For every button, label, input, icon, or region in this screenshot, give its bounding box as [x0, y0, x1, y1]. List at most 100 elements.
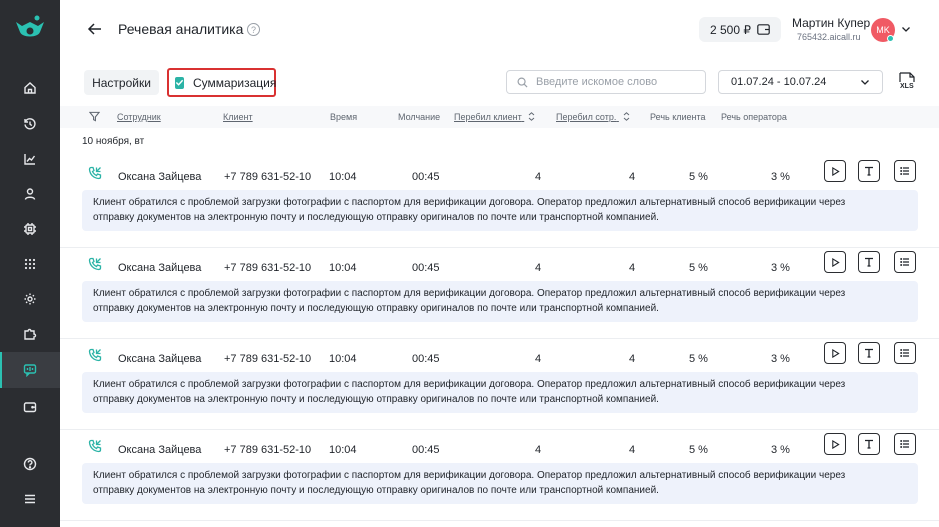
nav-help[interactable]	[0, 446, 60, 482]
table-row[interactable]: Оксана Зайцева +7 789 631-52-10 10:04 00…	[60, 339, 939, 430]
client-phone: +7 789 631-52-10	[224, 444, 312, 456]
column-operator-speech: Речь оператора	[721, 112, 787, 122]
balance-value: 2 500 ₽	[710, 22, 751, 37]
client-phone: +7 789 631-52-10	[224, 262, 312, 274]
user-domain: 765432.aicall.ru	[797, 32, 861, 42]
help-circle-icon[interactable]: ?	[247, 23, 260, 36]
nav-users[interactable]	[0, 176, 60, 212]
table-row[interactable]: Оксана Зайцева +7 789 631-52-10 10:04 00…	[60, 157, 939, 248]
text-icon	[865, 348, 873, 358]
column-client[interactable]: Клиент	[223, 112, 253, 122]
summarization-toggle[interactable]: Суммаризация	[167, 68, 276, 97]
operator-interrupt-count: 4	[629, 353, 636, 365]
nav-speech-analytics[interactable]	[0, 352, 60, 388]
text-icon	[865, 166, 873, 176]
incoming-call-icon	[88, 348, 102, 362]
employee-name: Оксана Зайцева	[118, 262, 202, 274]
nav-history[interactable]	[0, 106, 60, 142]
play-button[interactable]	[824, 433, 846, 455]
check-icon	[175, 79, 184, 86]
client-speech-percent: 5 %	[689, 262, 708, 274]
logo[interactable]	[12, 12, 48, 48]
transcript-button[interactable]	[858, 251, 880, 273]
call-time: 10:04	[329, 444, 357, 456]
table-row[interactable]: Оксана Зайцева +7 789 631-52-10 10:04 00…	[60, 430, 939, 521]
menu-icon	[25, 494, 35, 504]
play-icon	[831, 257, 840, 267]
puzzle-icon	[24, 328, 37, 340]
search-input[interactable]	[536, 76, 696, 88]
balance-badge[interactable]: 2 500 ₽	[699, 17, 781, 42]
transcript-button[interactable]	[858, 342, 880, 364]
summary-list-button[interactable]	[894, 251, 916, 273]
summary-line: Клиент обратился с проблемой загрузки фо…	[93, 379, 846, 390]
nav-menu[interactable]	[0, 481, 60, 517]
filter-icon[interactable]	[89, 111, 100, 122]
call-time: 10:04	[329, 171, 357, 183]
transcript-button[interactable]	[858, 160, 880, 182]
operator-speech-percent: 3 %	[771, 444, 790, 456]
summary-list-button[interactable]	[894, 433, 916, 455]
play-icon	[831, 166, 840, 176]
back-button[interactable]	[84, 18, 106, 40]
incoming-call-icon	[88, 257, 102, 271]
nav-integrations[interactable]	[0, 211, 60, 247]
user-name: Мартин Купер	[792, 16, 871, 30]
chevron-down-icon	[861, 80, 869, 85]
table-header: Сотрудник Клиент Время Молчание Перебил …	[60, 106, 939, 128]
silence-duration: 00:45	[412, 444, 440, 456]
column-operator-interrupt-label: Перебил сотр.	[556, 112, 617, 122]
employee-name: Оксана Зайцева	[118, 444, 202, 456]
column-client-interrupt-label: Перебил клиент	[454, 112, 522, 122]
play-button[interactable]	[824, 251, 846, 273]
play-button[interactable]	[824, 160, 846, 182]
incoming-call-icon	[88, 166, 102, 180]
silence-duration: 00:45	[412, 262, 440, 274]
nav-home[interactable]	[0, 70, 60, 106]
client-phone: +7 789 631-52-10	[224, 171, 312, 183]
operator-speech-percent: 3 %	[771, 262, 790, 274]
arrow-left-icon	[87, 23, 101, 35]
chip-icon	[24, 223, 36, 235]
client-speech-percent: 5 %	[689, 353, 708, 365]
call-summary: Клиент обратился с проблемой загрузки фо…	[82, 463, 918, 504]
search-box[interactable]	[506, 70, 706, 94]
date-range-value: 01.07.24 - 10.07.24	[731, 76, 827, 88]
summary-line: Клиент обратился с проблемой загрузки фо…	[93, 288, 846, 299]
text-icon	[865, 439, 873, 449]
operator-interrupt-count: 4	[629, 171, 636, 183]
nav-plugins[interactable]	[0, 316, 60, 352]
date-range-select[interactable]: 01.07.24 - 10.07.24	[718, 70, 883, 94]
play-icon	[831, 348, 840, 358]
summary-line: отправку документов на электронную почту…	[93, 303, 659, 314]
nav-stats[interactable]	[0, 141, 60, 177]
date-group-label: 10 ноября, вт	[82, 136, 145, 147]
column-employee[interactable]: Сотрудник	[117, 112, 161, 122]
user-icon	[24, 188, 36, 200]
xls-label: XLS	[900, 83, 914, 90]
summarization-checkbox[interactable]	[175, 76, 184, 89]
home-icon	[24, 82, 36, 94]
summary-list-button[interactable]	[894, 342, 916, 364]
column-client-interrupt[interactable]: Перебил клиент	[454, 112, 535, 122]
summarization-label: Суммаризация	[193, 75, 277, 90]
chevron-down-icon[interactable]	[901, 24, 911, 34]
summary-line: отправку документов на электронную почту…	[93, 394, 659, 405]
list-icon	[900, 349, 909, 357]
nav-settings[interactable]	[0, 281, 60, 317]
play-button[interactable]	[824, 342, 846, 364]
call-time: 10:04	[329, 262, 357, 274]
column-operator-interrupt[interactable]: Перебил сотр.	[556, 112, 630, 122]
table-row[interactable]: Оксана Зайцева +7 789 631-52-10 10:04 00…	[60, 248, 939, 339]
employee-name: Оксана Зайцева	[118, 353, 202, 365]
client-interrupt-count: 4	[535, 444, 542, 456]
summary-line: Клиент обратился с проблемой загрузки фо…	[93, 197, 846, 208]
transcript-button[interactable]	[858, 433, 880, 455]
nav-apps[interactable]	[0, 246, 60, 282]
export-xls-button[interactable]: XLS	[897, 72, 917, 94]
history-icon	[24, 118, 36, 130]
nav-wallet[interactable]	[0, 389, 60, 425]
summary-list-button[interactable]	[894, 160, 916, 182]
settings-button[interactable]: Настройки	[84, 70, 159, 95]
summary-line: отправку документов на электронную почту…	[93, 485, 659, 496]
